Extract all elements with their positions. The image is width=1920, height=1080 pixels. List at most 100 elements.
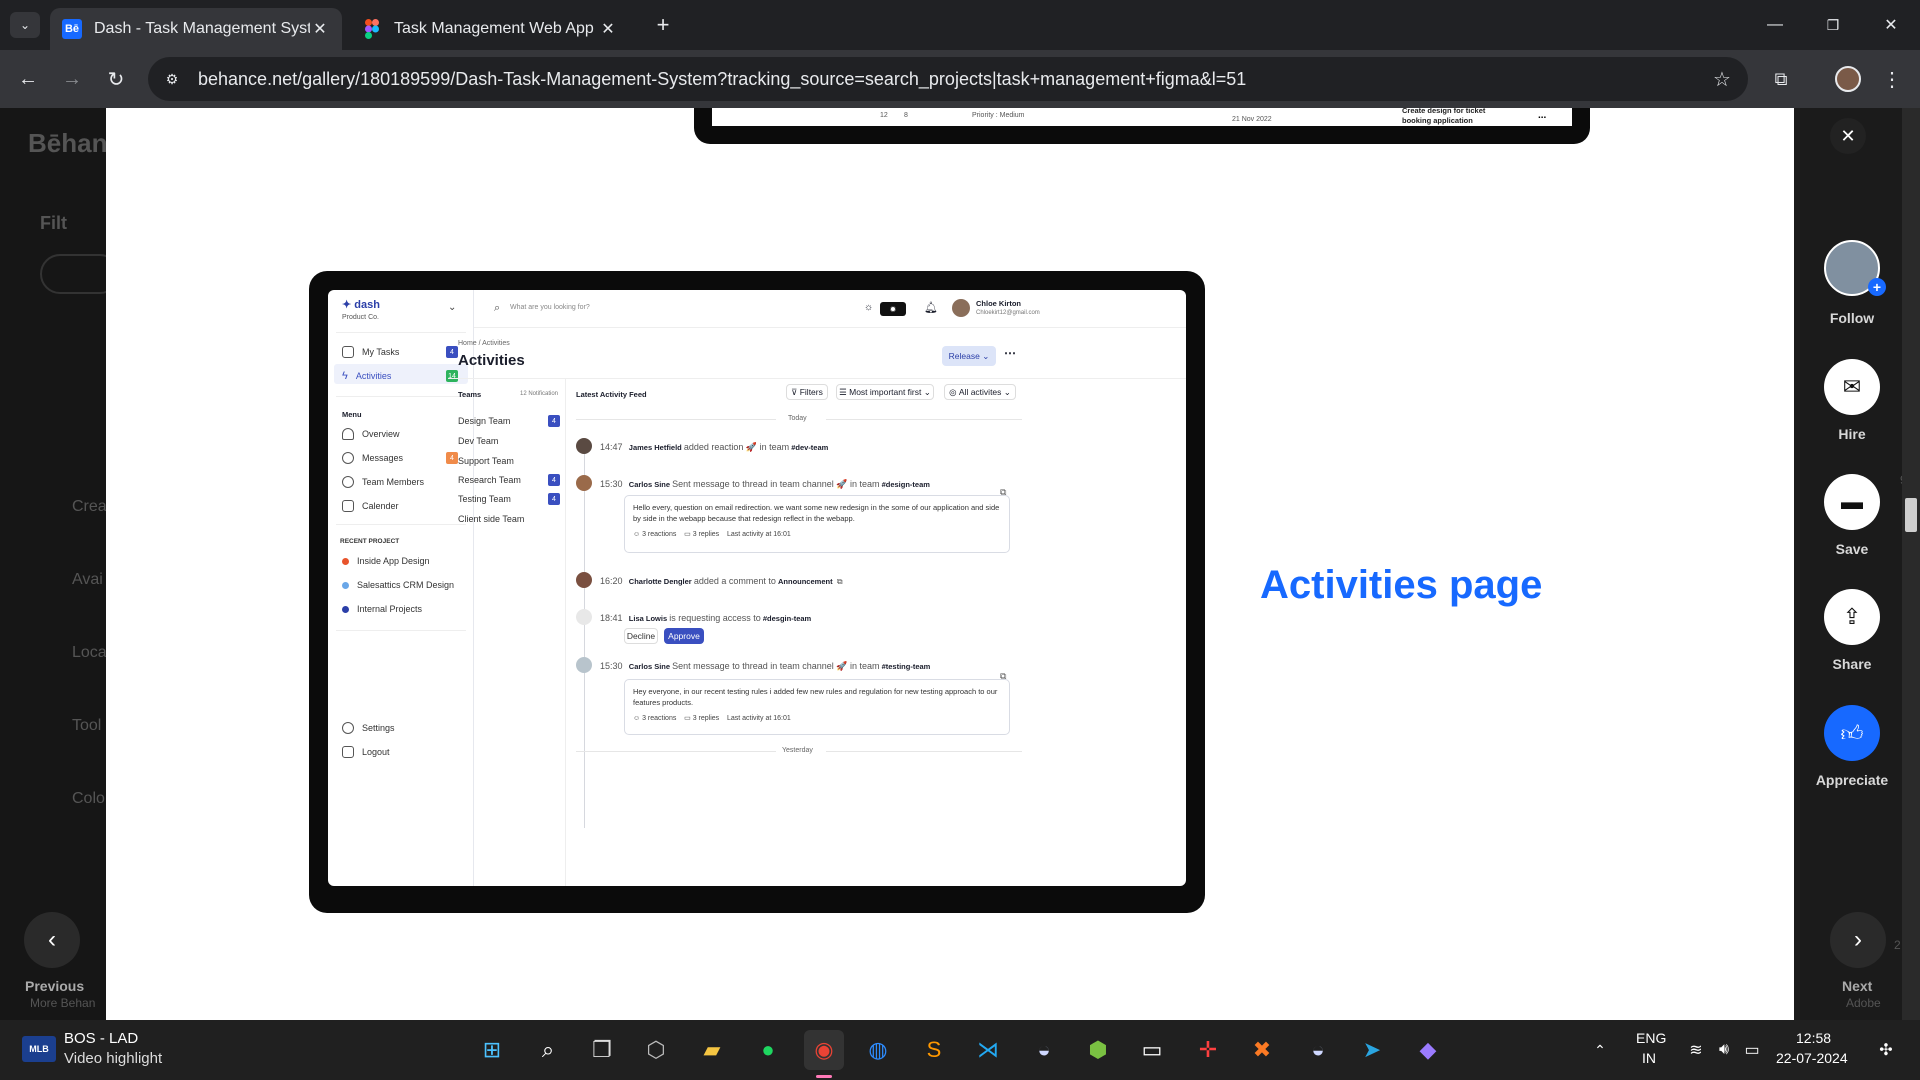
sidebar-item-messages[interactable]: Messages — [342, 452, 403, 464]
avatar[interactable] — [952, 299, 970, 317]
firefox-icon[interactable]: ◍ — [858, 1030, 898, 1070]
telegram-icon[interactable]: ➤ — [1352, 1030, 1392, 1070]
spotify-icon[interactable]: ● — [748, 1030, 788, 1070]
minimize-icon[interactable]: — — [1760, 12, 1790, 38]
tab-figma[interactable]: Task Management Web App De ✕ — [350, 8, 630, 50]
share-icon[interactable]: ⇪ — [1824, 589, 1880, 645]
event-user[interactable]: Carlos Sine — [629, 662, 670, 671]
scrollbar-thumb[interactable] — [1905, 498, 1917, 532]
event-tag[interactable]: #dev-team — [791, 443, 828, 452]
bookmark-star-icon[interactable]: ☆ — [1710, 67, 1734, 91]
obsidian-icon[interactable]: ◆ — [1408, 1030, 1448, 1070]
eclipse-icon[interactable]: ◒ — [1298, 1030, 1338, 1070]
language-label[interactable]: ENG — [1636, 1030, 1666, 1046]
terminal-icon[interactable]: ▭ — [1132, 1030, 1172, 1070]
next-button[interactable]: › — [1830, 912, 1886, 968]
eclipse-icon[interactable]: ◒ — [1024, 1030, 1064, 1070]
file-explorer-icon[interactable]: ▰ — [692, 1030, 732, 1070]
task-view-icon[interactable]: ❐ — [582, 1030, 622, 1070]
sort-dropdown[interactable]: ☰ Most important first ⌄ — [836, 384, 934, 400]
close-icon[interactable]: ✕ — [310, 19, 330, 39]
event-tag[interactable]: #desgin-team — [763, 614, 811, 623]
battery-icon[interactable]: ▭ — [1740, 1038, 1764, 1062]
search-input[interactable]: What are you looking for? — [510, 304, 590, 311]
region-label[interactable]: IN — [1642, 1050, 1656, 1066]
team-item[interactable]: Design Team — [458, 416, 510, 426]
close-icon[interactable]: ✕ — [598, 19, 618, 39]
volume-icon[interactable]: 🔊︎ — [1712, 1038, 1736, 1062]
external-link-icon[interactable]: ⧉ — [835, 577, 843, 586]
filters-button[interactable]: ⊽ Filters — [786, 384, 828, 400]
new-tab-button[interactable]: + — [650, 12, 676, 38]
back-icon[interactable]: ← — [12, 63, 44, 95]
chevron-down-icon[interactable]: ⌄ — [448, 302, 456, 313]
chevron-up-icon[interactable]: ⌃ — [1588, 1038, 1612, 1062]
event-user[interactable]: Carlos Sine — [629, 480, 670, 489]
replies[interactable]: 3 replies — [693, 715, 719, 722]
page-scrollbar[interactable] — [1902, 108, 1920, 1020]
team-item[interactable]: Client side Team — [458, 514, 524, 524]
more-icon[interactable]: ⋯ — [1004, 346, 1016, 360]
clock-date[interactable]: 22-07-2024 — [1776, 1050, 1848, 1066]
sidebar-item-logout[interactable]: Logout — [342, 746, 390, 758]
event-user[interactable]: James Hetfield — [629, 443, 682, 452]
chrome-icon[interactable]: ◉ — [804, 1030, 844, 1070]
menu-kebab-icon[interactable]: ⋮ — [1876, 63, 1908, 95]
project-item[interactable]: Salesattics CRM Design — [342, 580, 454, 590]
tab-behance[interactable]: Bē Dash - Task Management Syste ✕ — [50, 8, 342, 50]
virtualbox-icon[interactable]: ⬡ — [636, 1030, 676, 1070]
event-tag[interactable]: #design-team — [882, 480, 930, 489]
replies[interactable]: 3 replies — [693, 531, 719, 538]
xampp-icon[interactable]: ✖ — [1242, 1030, 1282, 1070]
close-modal-button[interactable]: ✕ — [1830, 118, 1866, 154]
sun-icon[interactable]: ☼ — [864, 302, 873, 313]
event-tag[interactable]: Announcement — [778, 577, 833, 586]
clock-time[interactable]: 12:58 — [1796, 1030, 1831, 1046]
approve-button[interactable]: Approve — [664, 628, 704, 644]
sidebar-item-settings[interactable]: Settings — [342, 722, 395, 734]
thumbs-up-icon[interactable]: 👍︎ — [1824, 705, 1880, 761]
bell-icon[interactable]: 🔔︎ — [924, 301, 938, 314]
sidebar-item-my-tasks[interactable]: My Tasks — [342, 346, 399, 358]
sidebar-item-overview[interactable]: Overview — [342, 428, 400, 440]
profile-avatar[interactable] — [1835, 66, 1861, 92]
team-item[interactable]: Support Team — [458, 456, 514, 466]
site-info-icon[interactable]: ⚙ — [162, 69, 182, 89]
mail-icon[interactable]: ✉ — [1824, 359, 1880, 415]
all-activities-dropdown[interactable]: ◎ All activites ⌄ — [944, 384, 1016, 400]
event-tag[interactable]: #testing-team — [882, 662, 931, 671]
forward-icon[interactable]: → — [56, 63, 88, 95]
more-icon[interactable]: ... — [1538, 110, 1546, 121]
mlb-icon[interactable]: MLB — [22, 1036, 56, 1062]
extensions-icon[interactable]: ⧉ — [1765, 63, 1797, 95]
reactions[interactable]: 3 reactions — [642, 531, 676, 538]
folder-icon[interactable]: ▬ — [1824, 474, 1880, 530]
sidebar-item-team-members[interactable]: Team Members — [342, 476, 424, 488]
reload-icon[interactable]: ↻ — [100, 63, 132, 95]
dark-mode-toggle[interactable]: ✹ — [880, 302, 906, 316]
reactions[interactable]: 3 reactions — [642, 715, 676, 722]
event-user[interactable]: Charlotte Dengler — [629, 577, 692, 586]
sublime-text-icon[interactable]: S — [914, 1030, 954, 1070]
decline-button[interactable]: Decline — [624, 628, 658, 644]
project-item[interactable]: Inside App Design — [342, 556, 430, 566]
previous-button[interactable]: ‹ — [24, 912, 80, 968]
restore-icon[interactable]: ❐ — [1818, 12, 1848, 38]
team-item[interactable]: Dev Team — [458, 436, 498, 446]
message-card[interactable]: Hello every, question on email redirecti… — [624, 495, 1010, 553]
app-icon[interactable]: ✛ — [1188, 1030, 1228, 1070]
team-item[interactable]: Research Team — [458, 475, 521, 485]
windows-start-icon[interactable]: ⊞ — [472, 1030, 512, 1070]
team-item[interactable]: Testing Team — [458, 494, 511, 504]
close-window-icon[interactable]: ✕ — [1876, 12, 1906, 38]
vscode-icon[interactable]: ⋊ — [968, 1030, 1008, 1070]
app-icon[interactable]: ⬢ — [1078, 1030, 1118, 1070]
notification-icon[interactable]: ✣ — [1874, 1038, 1898, 1062]
sidebar-item-activities[interactable]: ϟ Activities — [342, 370, 391, 382]
message-card[interactable]: Hey everyone, in our recent testing rule… — [624, 679, 1010, 735]
address-bar[interactable]: ⚙ behance.net/gallery/180189599/Dash-Tas… — [148, 57, 1748, 101]
wifi-icon[interactable]: ≋ — [1684, 1038, 1708, 1062]
sidebar-item-calender[interactable]: Calender — [342, 500, 399, 512]
search-icon[interactable]: ⌕ — [528, 1030, 568, 1070]
event-user[interactable]: Lisa Lowis — [629, 614, 667, 623]
